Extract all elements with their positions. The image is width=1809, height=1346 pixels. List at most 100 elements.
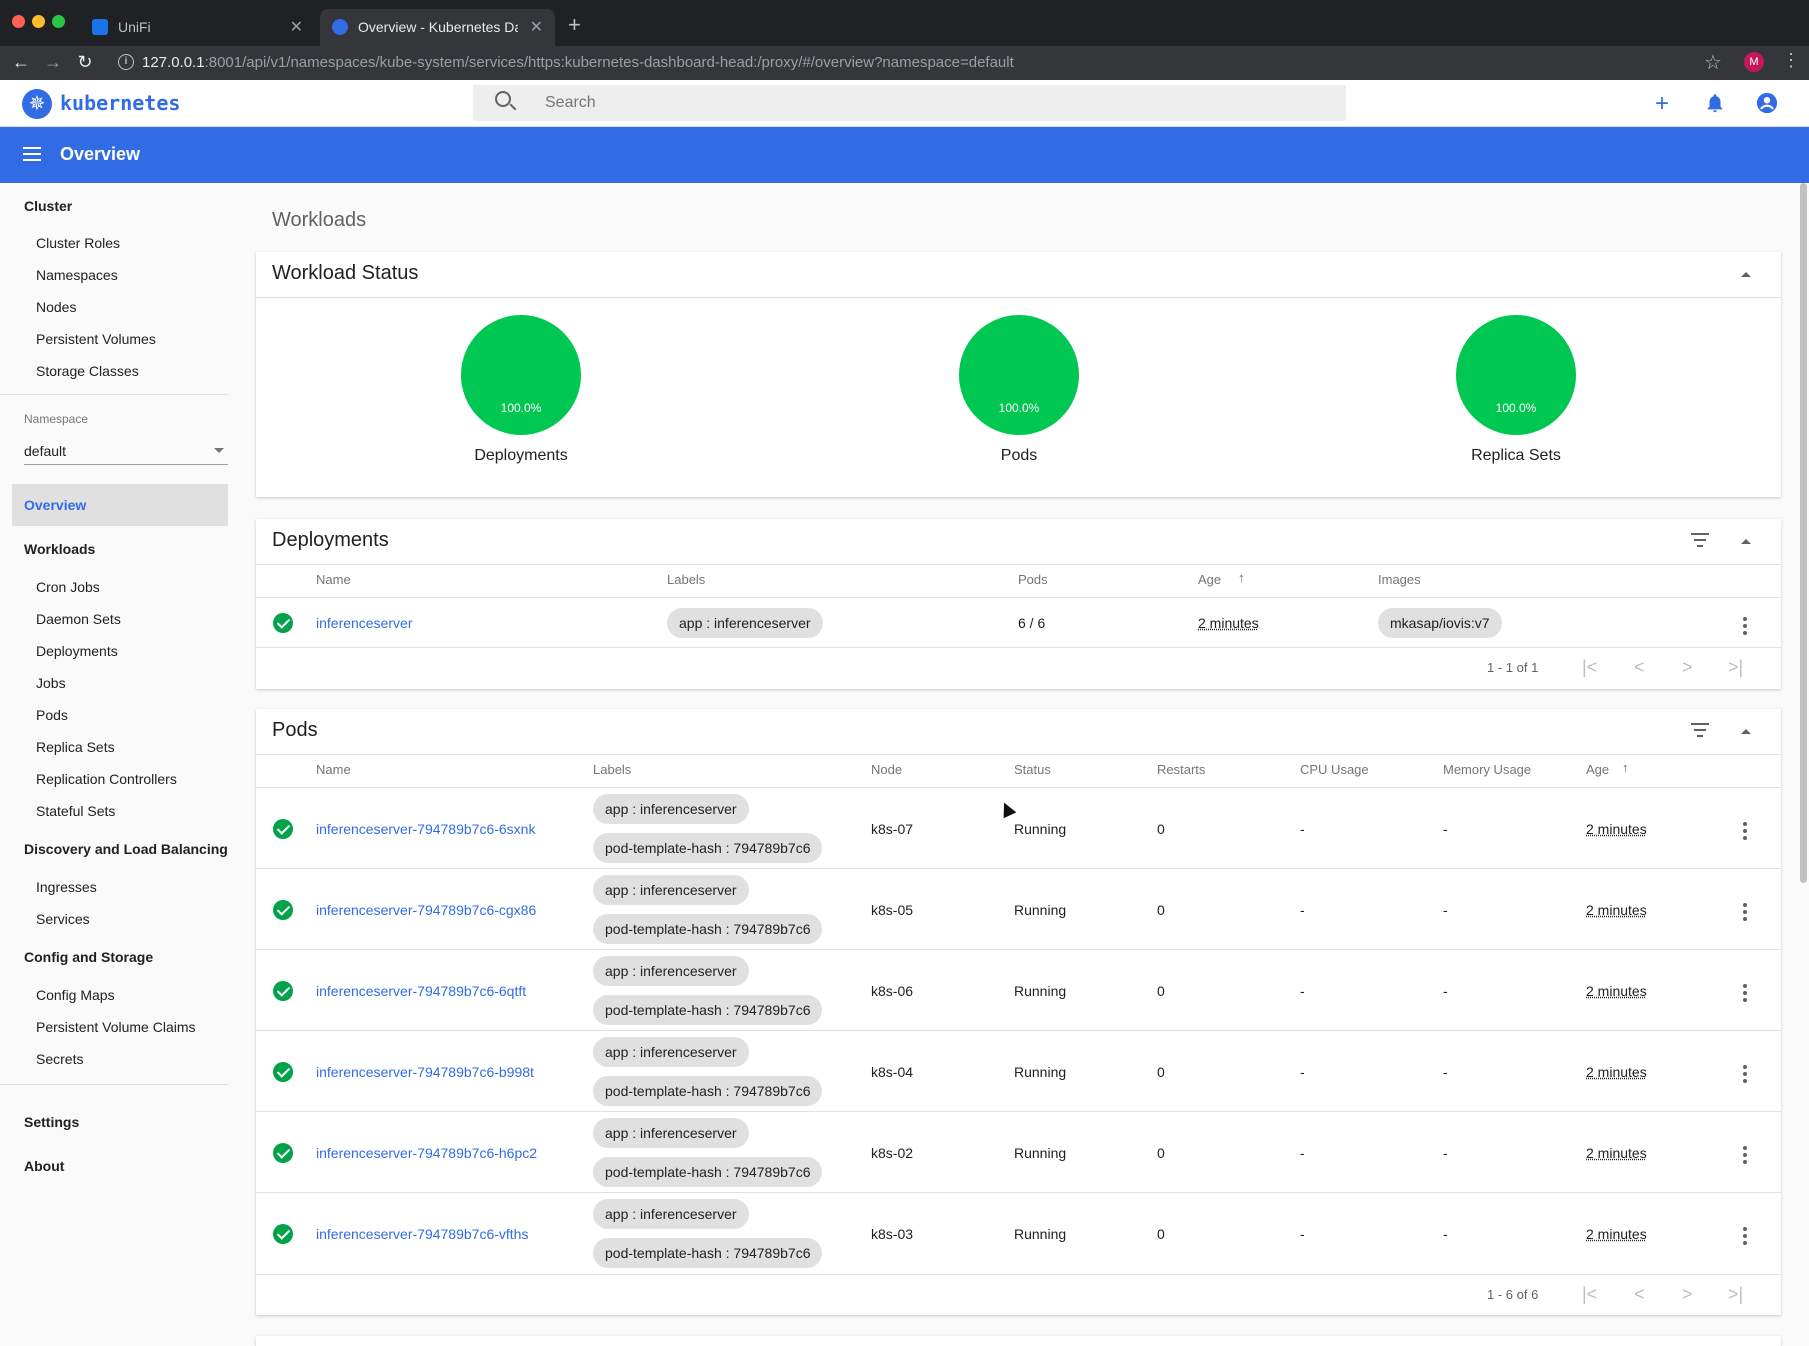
row-actions-menu-icon[interactable] (1743, 822, 1747, 840)
close-window-button[interactable] (12, 15, 25, 28)
site-info-icon[interactable]: i (118, 54, 134, 70)
sidebar-item-storage-classes[interactable]: Storage Classes (36, 363, 139, 379)
sidebar-item-daemon-sets[interactable]: Daemon Sets (36, 611, 121, 627)
status-ok-icon (273, 1143, 293, 1163)
row-actions-menu-icon[interactable] (1743, 617, 1747, 635)
sidebar-item-secrets[interactable]: Secrets (36, 1051, 83, 1067)
sidebar-item-nodes[interactable]: Nodes (36, 299, 76, 315)
profile-avatar[interactable]: M (1744, 52, 1764, 72)
previous-page-icon[interactable]: < (1634, 1284, 1645, 1305)
row-actions-menu-icon[interactable] (1743, 903, 1747, 921)
url-field[interactable]: 127.0.0.1:8001/api/v1/namespaces/kube-sy… (142, 54, 1014, 71)
column-header-age[interactable]: Age (1586, 762, 1609, 777)
first-page-icon[interactable]: |< (1582, 1284, 1597, 1305)
sidebar-item-replication-controllers[interactable]: Replication Controllers (36, 771, 177, 787)
column-header-status[interactable]: Status (1014, 762, 1051, 777)
card-divider (256, 297, 1781, 298)
new-tab-icon[interactable]: + (568, 12, 581, 38)
sidebar-heading-discovery[interactable]: Discovery and Load Balancing (24, 841, 228, 857)
brand-name[interactable]: kubernetes (60, 91, 180, 115)
collapse-arrow-icon[interactable] (1741, 539, 1751, 544)
account-circle-icon[interactable] (1755, 92, 1779, 116)
pod-memory: - (1443, 821, 1448, 837)
next-page-icon[interactable]: > (1682, 657, 1693, 678)
row-actions-menu-icon[interactable] (1743, 1065, 1747, 1083)
pod-cpu: - (1300, 821, 1305, 837)
chart-label: Deployments (421, 447, 621, 465)
column-header-name[interactable]: Name (316, 762, 351, 777)
collapse-arrow-icon[interactable] (1741, 272, 1751, 277)
sidebar-item-ingresses[interactable]: Ingresses (36, 879, 97, 895)
minimize-window-button[interactable] (32, 15, 45, 28)
sidebar-item-jobs[interactable]: Jobs (36, 675, 66, 691)
pod-name-link[interactable]: inferenceserver-794789b7c6-h6pc2 (316, 1145, 537, 1161)
pod-name-link[interactable]: inferenceserver-794789b7c6-cgx86 (316, 902, 536, 918)
card-title: Deployments (272, 529, 389, 552)
forward-arrow-icon[interactable]: → (42, 51, 64, 73)
sidebar-heading-workloads[interactable]: Workloads (24, 541, 95, 557)
namespace-select[interactable]: default (24, 435, 228, 465)
sidebar-item-cron-jobs[interactable]: Cron Jobs (36, 579, 100, 595)
pod-name-link[interactable]: inferenceserver-794789b7c6-6qtft (316, 983, 526, 999)
search-input[interactable] (545, 91, 1325, 115)
sidebar-item-replica-sets[interactable]: Replica Sets (36, 739, 115, 755)
browser-tab-bar: UniFi ✕ Overview - Kubernetes Dashbo ✕ + (0, 0, 1809, 46)
pod-name-link[interactable]: inferenceserver-794789b7c6-b998t (316, 1064, 534, 1080)
sidebar-heading-cluster[interactable]: Cluster (24, 198, 72, 214)
sidebar-item-about[interactable]: About (24, 1158, 64, 1174)
search-icon (495, 91, 511, 107)
pod-name-link[interactable]: inferenceserver-794789b7c6-vfths (316, 1226, 528, 1242)
sidebar-item-pods[interactable]: Pods (36, 707, 68, 723)
row-actions-menu-icon[interactable] (1743, 1146, 1747, 1164)
collapse-arrow-icon[interactable] (1741, 729, 1751, 734)
previous-page-icon[interactable]: < (1634, 657, 1645, 678)
row-actions-menu-icon[interactable] (1743, 984, 1747, 1002)
sidebar-heading-config-storage[interactable]: Config and Storage (24, 949, 153, 965)
close-tab-icon[interactable]: ✕ (530, 17, 543, 37)
filter-icon[interactable] (1691, 723, 1709, 737)
sidebar-item-services[interactable]: Services (36, 911, 90, 927)
column-header-age[interactable]: Age (1198, 572, 1221, 587)
sidebar-item-persistent-volumes[interactable]: Persistent Volumes (36, 331, 156, 347)
sidebar-item-settings[interactable]: Settings (24, 1114, 79, 1130)
reload-icon[interactable]: ↻ (74, 51, 96, 73)
sidebar-item-pvc[interactable]: Persistent Volume Claims (36, 1019, 196, 1035)
page-scrollbar[interactable] (1800, 183, 1807, 883)
first-page-icon[interactable]: |< (1582, 657, 1597, 678)
create-plus-icon[interactable]: + (1650, 92, 1674, 116)
deployment-name-link[interactable]: inferenceserver (316, 615, 413, 631)
sort-ascending-icon[interactable]: ↑ (1622, 760, 1629, 775)
column-header-node[interactable]: Node (871, 762, 902, 777)
notifications-bell-icon[interactable] (1703, 92, 1727, 116)
browser-tab-unifi[interactable]: UniFi ✕ (80, 9, 315, 46)
search-bar[interactable] (473, 85, 1346, 121)
next-page-icon[interactable]: > (1682, 1284, 1693, 1305)
back-arrow-icon[interactable]: ← (10, 51, 32, 73)
hamburger-menu-icon[interactable] (23, 147, 41, 161)
image-chip: mkasap/iovis:v7 (1378, 608, 1502, 638)
sidebar-item-cluster-roles[interactable]: Cluster Roles (36, 235, 120, 251)
label-chip: pod-template-hash : 794789b7c6 (593, 833, 822, 863)
close-tab-icon[interactable]: ✕ (290, 17, 303, 37)
sidebar-item-stateful-sets[interactable]: Stateful Sets (36, 803, 115, 819)
browser-tab-dashboard[interactable]: Overview - Kubernetes Dashbo ✕ (320, 9, 555, 46)
sidebar-item-overview[interactable]: Overview (24, 497, 86, 513)
sidebar-item-namespaces[interactable]: Namespaces (36, 267, 118, 283)
column-header-name[interactable]: Name (316, 572, 351, 587)
maximize-window-button[interactable] (52, 15, 65, 28)
pod-name-link[interactable]: inferenceserver-794789b7c6-6sxnk (316, 821, 535, 837)
sidebar-item-deployments[interactable]: Deployments (36, 643, 118, 659)
column-header-restarts[interactable]: Restarts (1157, 762, 1205, 777)
bookmark-star-icon[interactable]: ☆ (1704, 50, 1722, 75)
pod-memory: - (1443, 983, 1448, 999)
sort-ascending-icon[interactable]: ↑ (1238, 570, 1245, 585)
row-divider (256, 1030, 1781, 1031)
kubernetes-logo-icon[interactable] (22, 89, 52, 119)
row-actions-menu-icon[interactable] (1743, 1227, 1747, 1245)
filter-icon[interactable] (1691, 533, 1709, 547)
last-page-icon[interactable]: >| (1728, 1284, 1743, 1305)
browser-menu-icon[interactable]: ⋮ (1782, 50, 1800, 71)
sidebar-item-config-maps[interactable]: Config Maps (36, 987, 115, 1003)
pod-memory: - (1443, 1226, 1448, 1242)
last-page-icon[interactable]: >| (1728, 657, 1743, 678)
